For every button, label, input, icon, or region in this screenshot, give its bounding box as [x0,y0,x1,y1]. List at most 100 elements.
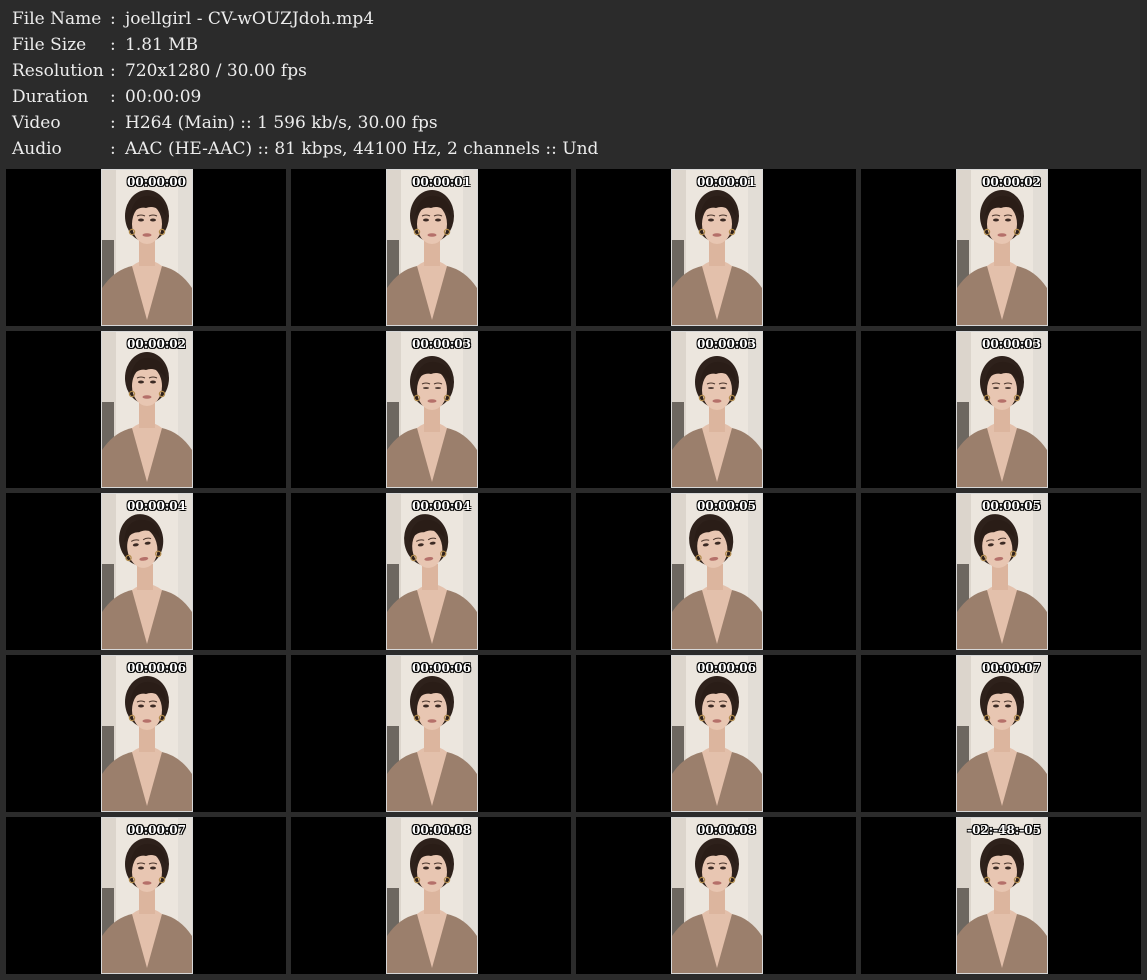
thumbnail-cell: 00:00:08 [576,817,856,974]
thumbnail-cell: 00:00:07 [861,655,1141,812]
portrait-frame-icon [957,170,1047,325]
portrait-frame-icon [102,494,192,649]
thumbnail-cell: 00:00:02 [861,169,1141,326]
portrait-frame-icon [957,332,1047,487]
thumbnail-cell: 00:00:02 [6,331,286,488]
portrait-frame-icon [387,332,477,487]
info-separator: : [110,9,116,29]
portrait-frame-icon [387,818,477,973]
frame-timecode: 00:00:01 [697,175,756,189]
video-frame-image: 00:00:01 [671,169,763,326]
info-value: 720x1280 / 30.00 fps [125,61,307,81]
info-separator: : [110,35,116,55]
thumbnail-cell: 00:00:03 [576,331,856,488]
info-row-video: Video : H264 (Main) :: 1 596 kb/s, 30.00… [12,110,1132,136]
info-row-resolution: Resolution : 720x1280 / 30.00 fps [12,58,1132,84]
video-frame-image: 00:00:08 [671,817,763,974]
portrait-frame-icon [672,818,762,973]
video-frame-image: 00:00:03 [956,331,1048,488]
portrait-frame-icon [102,332,192,487]
thumbnail-grid: 00:00:00 00:00:01 00:00:01 00:00:02 00:00:02… [6,169,1142,975]
info-row-duration: Duration : 00:00:09 [12,84,1132,110]
video-frame-image: 00:00:04 [386,493,478,650]
video-frame-image: 00:00:02 [956,169,1048,326]
frame-timecode: 00:00:01 [412,175,471,189]
frame-timecode: 00:00:05 [697,499,756,513]
info-row-audio: Audio : AAC (HE-AAC) :: 81 kbps, 44100 H… [12,136,1132,162]
thumbnail-cell: 00:00:03 [291,331,571,488]
portrait-frame-icon [387,170,477,325]
portrait-frame-icon [387,656,477,811]
frame-timecode: 00:00:07 [127,823,186,837]
thumbnail-cell: -02:-48:-05 [861,817,1141,974]
info-value: AAC (HE-AAC) :: 81 kbps, 44100 Hz, 2 cha… [125,139,599,159]
frame-timecode: 00:00:04 [127,499,186,513]
video-frame-image: 00:00:06 [671,655,763,812]
file-info-panel: File Name : joellgirl - CV-wOUZJdoh.mp4 … [12,6,1132,162]
portrait-frame-icon [102,656,192,811]
info-value: joellgirl - CV-wOUZJdoh.mp4 [125,9,375,29]
thumbnail-cell: 00:00:04 [291,493,571,650]
thumbnail-cell: 00:00:01 [576,169,856,326]
video-frame-image: 00:00:00 [101,169,193,326]
frame-timecode: 00:00:08 [412,823,471,837]
frame-timecode: 00:00:02 [127,337,186,351]
info-row-file-size: File Size : 1.81 MB [12,32,1132,58]
portrait-frame-icon [102,170,192,325]
thumbnail-cell: 00:00:05 [861,493,1141,650]
info-label: File Size [12,35,87,55]
portrait-frame-icon [957,818,1047,973]
video-frame-image: 00:00:05 [956,493,1048,650]
info-separator: : [110,87,116,107]
video-frame-image: 00:00:01 [386,169,478,326]
thumbnail-cell: 00:00:06 [291,655,571,812]
portrait-frame-icon [387,494,477,649]
info-separator: : [110,61,116,81]
video-frame-image: -02:-48:-05 [956,817,1048,974]
frame-timecode: 00:00:06 [697,661,756,675]
frame-timecode: 00:00:00 [127,175,186,189]
thumbnail-cell: 00:00:06 [576,655,856,812]
info-separator: : [110,113,116,133]
portrait-frame-icon [672,332,762,487]
thumbnail-cell: 00:00:08 [291,817,571,974]
info-label: Duration [12,87,89,107]
thumbnail-cell: 00:00:06 [6,655,286,812]
portrait-frame-icon [672,494,762,649]
thumbnail-cell: 00:00:04 [6,493,286,650]
frame-timecode: 00:00:05 [982,499,1041,513]
video-frame-image: 00:00:05 [671,493,763,650]
video-frame-image: 00:00:06 [386,655,478,812]
frame-timecode: 00:00:06 [127,661,186,675]
video-frame-image: 00:00:02 [101,331,193,488]
frame-timecode: 00:00:03 [982,337,1041,351]
thumbnail-cell: 00:00:01 [291,169,571,326]
info-label: Video [12,113,61,133]
frame-timecode: 00:00:03 [412,337,471,351]
frame-timecode: 00:00:02 [982,175,1041,189]
video-frame-image: 00:00:06 [101,655,193,812]
frame-timecode: 00:00:08 [697,823,756,837]
info-label: File Name [12,9,102,29]
portrait-frame-icon [672,656,762,811]
portrait-frame-icon [957,656,1047,811]
thumbnail-cell: 00:00:05 [576,493,856,650]
frame-timecode: 00:00:03 [697,337,756,351]
info-separator: : [110,139,116,159]
thumbnail-cell: 00:00:03 [861,331,1141,488]
video-frame-image: 00:00:07 [101,817,193,974]
video-frame-image: 00:00:03 [671,331,763,488]
info-label: Resolution [12,61,104,81]
frame-timecode: 00:00:06 [412,661,471,675]
info-value: H264 (Main) :: 1 596 kb/s, 30.00 fps [125,113,438,133]
frame-timecode: -02:-48:-05 [967,823,1041,837]
video-frame-image: 00:00:03 [386,331,478,488]
frame-timecode: 00:00:07 [982,661,1041,675]
info-row-file-name: File Name : joellgirl - CV-wOUZJdoh.mp4 [12,6,1132,32]
video-frame-image: 00:00:04 [101,493,193,650]
video-frame-image: 00:00:08 [386,817,478,974]
info-value: 1.81 MB [125,35,199,55]
thumbnail-cell: 00:00:00 [6,169,286,326]
portrait-frame-icon [672,170,762,325]
frame-timecode: 00:00:04 [412,499,471,513]
